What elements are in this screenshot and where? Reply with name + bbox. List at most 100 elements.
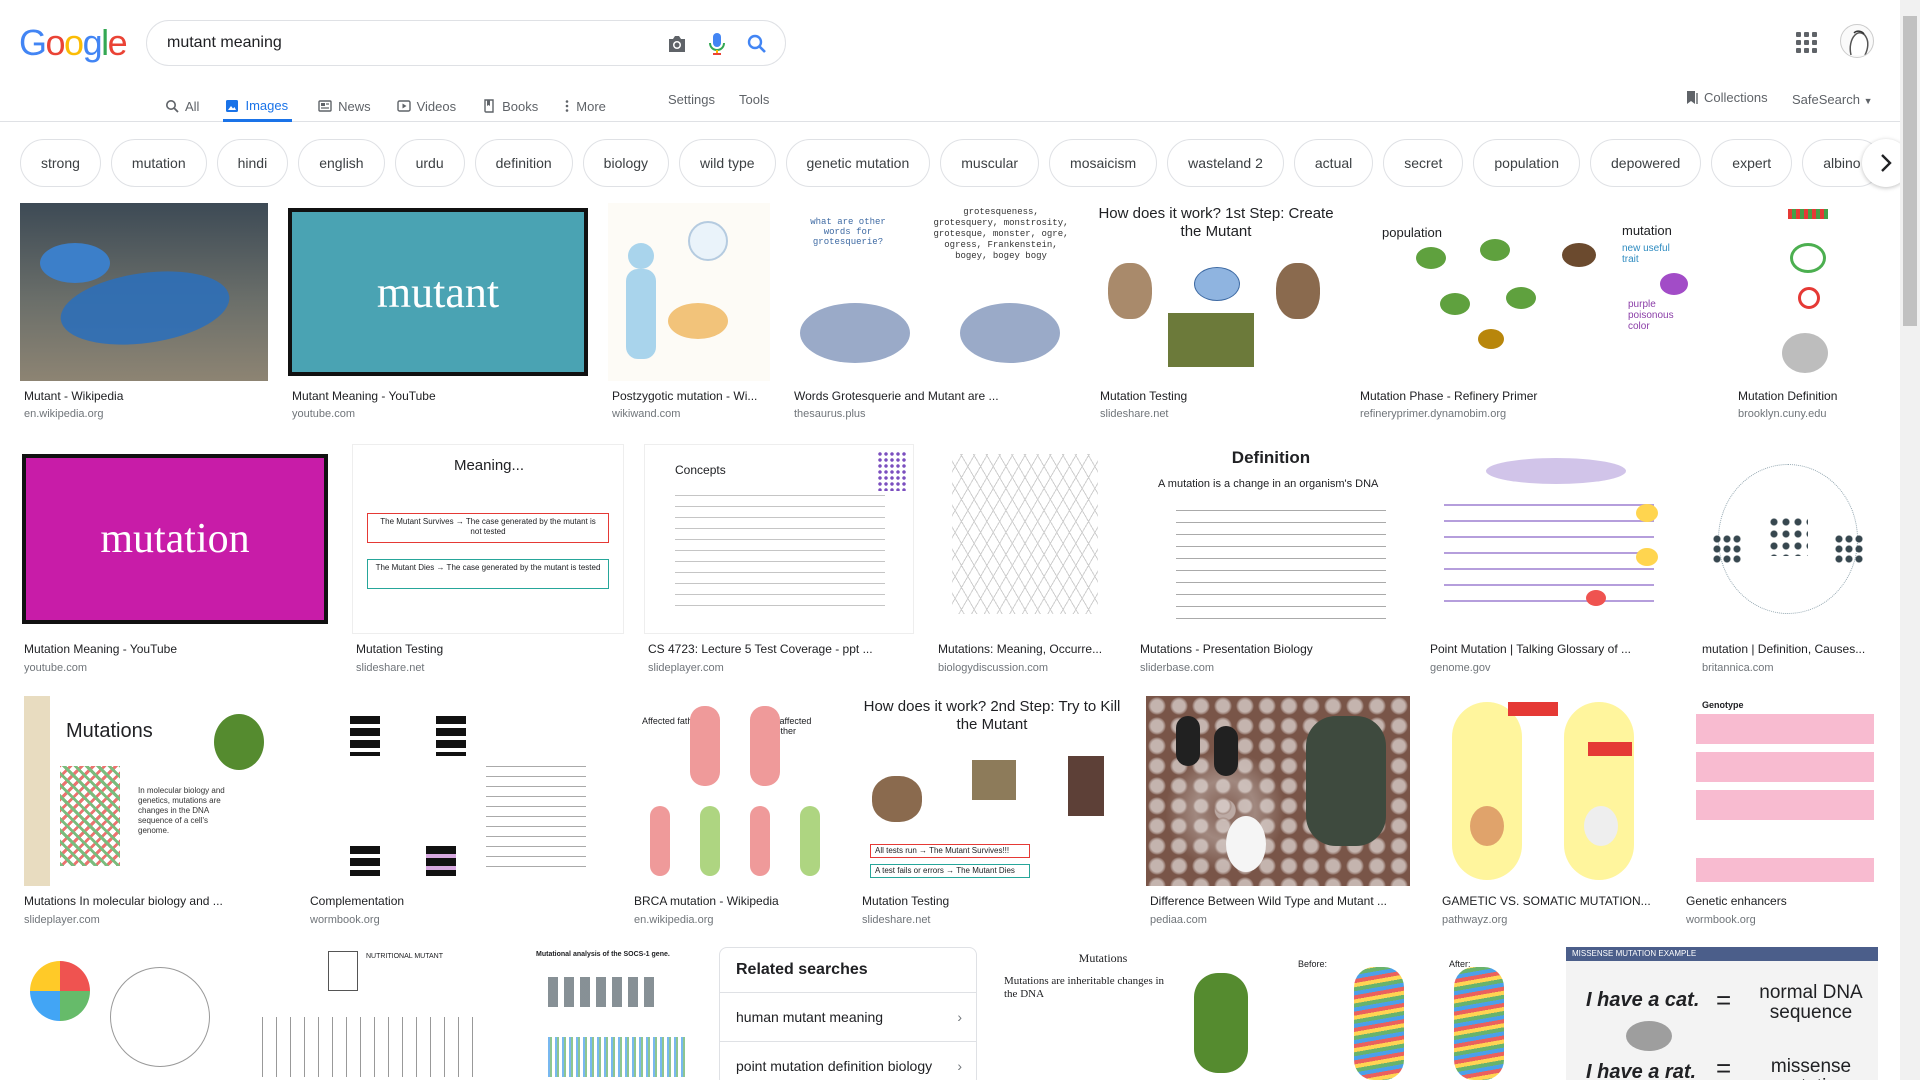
- thumbnail-penguins[interactable]: [1146, 696, 1410, 886]
- tab-more[interactable]: More: [564, 90, 606, 120]
- image-result[interactable]: [20, 947, 222, 1080]
- search-icon[interactable]: [745, 32, 769, 56]
- thumbnail-postzygotic[interactable]: [608, 203, 770, 381]
- related-item[interactable]: human mutant meaning ›: [720, 992, 976, 1040]
- chip[interactable]: population: [1473, 139, 1580, 187]
- scrollbar[interactable]: [1900, 0, 1920, 1080]
- result-title[interactable]: BRCA mutation - Wikipedia: [634, 894, 838, 908]
- chip[interactable]: expert: [1711, 139, 1793, 187]
- chip[interactable]: strong: [20, 139, 101, 187]
- google-logo[interactable]: Google: [19, 21, 128, 65]
- result-title[interactable]: Mutation Testing: [356, 642, 624, 656]
- image-result[interactable]: NUTRITIONAL MUTANT: [242, 947, 512, 1080]
- image-result[interactable]: Mutational analysis of the SOCS-1 gene.: [532, 947, 700, 1080]
- chip[interactable]: actual: [1293, 139, 1374, 187]
- result-title[interactable]: Mutations: Meaning, Occurre...: [938, 642, 1116, 656]
- thumbnail-missense[interactable]: MISSENSE MUTATION EXAMPLE I have a cat. …: [1566, 947, 1878, 1080]
- image-result[interactable]: Difference Between Wild Type and Mutant …: [1146, 696, 1410, 926]
- thumbnail-mutation-definition[interactable]: [1734, 203, 1878, 381]
- result-title[interactable]: Mutant Meaning - YouTube: [292, 389, 582, 403]
- result-title[interactable]: CS 4723: Lecture 5 Test Coverage - ppt .…: [648, 642, 914, 656]
- image-result[interactable]: what are other words for grotesquerie? g…: [790, 203, 1076, 423]
- chip[interactable]: urdu: [394, 139, 465, 187]
- result-title[interactable]: Mutation Meaning - YouTube: [24, 642, 324, 656]
- thumbnail-brca[interactable]: Affected father Unaffected mother: [630, 696, 838, 886]
- image-result[interactable]: How does it work? 2nd Step: Try to Kill …: [858, 696, 1126, 926]
- thumbnail-kill-mutant[interactable]: How does it work? 2nd Step: Try to Kill …: [858, 696, 1126, 886]
- image-result[interactable]: mutant Mutant Meaning - YouTube youtube.…: [288, 203, 588, 423]
- avatar[interactable]: [1840, 24, 1874, 58]
- thumbnail-mutation[interactable]: mutation: [20, 444, 332, 634]
- thumbnail-pigeons[interactable]: what are other words for grotesquerie? g…: [790, 203, 1076, 381]
- tab-news[interactable]: News: [318, 90, 371, 120]
- result-title[interactable]: Point Mutation | Talking Glossary of ...: [1430, 642, 1678, 656]
- image-result[interactable]: Mutations: Meaning, Occurre... biologydi…: [934, 444, 1116, 674]
- tab-videos[interactable]: Videos: [396, 90, 456, 120]
- result-title[interactable]: Difference Between Wild Type and Mutant …: [1150, 894, 1410, 908]
- thumbnail-dna-uv[interactable]: Before: After:: [1284, 947, 1546, 1080]
- result-title[interactable]: Mutation Phase - Refinery Primer: [1360, 389, 1714, 403]
- image-result[interactable]: How does it work? 1st Step: Create the M…: [1096, 203, 1336, 423]
- chip[interactable]: definition: [474, 139, 573, 187]
- result-title[interactable]: GAMETIC VS. SOMATIC MUTATION...: [1442, 894, 1660, 908]
- camera-icon[interactable]: [665, 32, 689, 56]
- thumbnail-mutations-slide[interactable]: Mutations In molecular biology and genet…: [20, 696, 286, 886]
- chip[interactable]: biology: [582, 139, 670, 187]
- chip[interactable]: secret: [1383, 139, 1464, 187]
- image-result[interactable]: mutation Mutation Meaning - YouTube yout…: [20, 444, 332, 674]
- thumbnail-definition[interactable]: Definition A mutation is a change in an …: [1136, 444, 1406, 634]
- thumbnail-molecules[interactable]: [934, 444, 1116, 634]
- tab-books[interactable]: Books: [482, 90, 538, 120]
- thumbnail-point-mutation[interactable]: [1426, 444, 1678, 634]
- result-title[interactable]: Mutation Testing: [862, 894, 1126, 908]
- chip[interactable]: wild type: [679, 139, 776, 187]
- chip[interactable]: mosaicism: [1049, 139, 1158, 187]
- thumbnail-blue-lobster[interactable]: [20, 203, 268, 381]
- image-result[interactable]: Mutations Mutations are inheritable chan…: [998, 947, 1264, 1080]
- thumbnail-nutritional-mutant[interactable]: NUTRITIONAL MUTANT: [242, 947, 512, 1080]
- image-result[interactable]: Concepts CS 4723: Lecture 5 Test Coverag…: [644, 444, 914, 674]
- safesearch-dropdown[interactable]: SafeSearch ▼: [1792, 92, 1872, 107]
- settings-link[interactable]: Settings: [668, 92, 715, 107]
- result-title[interactable]: Genetic enhancers: [1686, 894, 1878, 908]
- image-result[interactable]: Genotype Genetic enhancers wormbook.org: [1682, 696, 1878, 926]
- image-result[interactable]: Mutant - Wikipedia en.wikipedia.org: [20, 203, 268, 423]
- result-title[interactable]: Mutation Testing: [1100, 389, 1336, 403]
- tab-all[interactable]: All: [165, 90, 199, 120]
- thumbnail-mutations-hulk[interactable]: Mutations Mutations are inheritable chan…: [998, 947, 1264, 1080]
- image-result[interactable]: Before: After:: [1284, 947, 1546, 1080]
- image-result[interactable]: Complementation wormbook.org: [306, 696, 610, 926]
- thumbnail-britannica[interactable]: [1698, 444, 1880, 634]
- apps-grid-icon[interactable]: [1794, 30, 1818, 54]
- result-title[interactable]: Mutation Definition: [1738, 389, 1878, 403]
- tools-link[interactable]: Tools: [739, 92, 769, 107]
- thumbnail-gametic-somatic[interactable]: [1438, 696, 1660, 886]
- chip[interactable]: genetic mutation: [785, 139, 931, 187]
- thumbnail-pie-mutations[interactable]: [20, 947, 222, 1080]
- microphone-icon[interactable]: [705, 32, 729, 56]
- result-title[interactable]: Mutations In molecular biology and ...: [24, 894, 286, 908]
- related-item[interactable]: point mutation definition biology ›: [720, 1041, 976, 1080]
- thumbnail-mutation-testing[interactable]: How does it work? 1st Step: Create the M…: [1096, 203, 1336, 381]
- image-result[interactable]: population mutation new useful trait pur…: [1356, 203, 1714, 423]
- image-result[interactable]: MISSENSE MUTATION EXAMPLE I have a cat. …: [1566, 947, 1878, 1080]
- image-result[interactable]: Definition A mutation is a change in an …: [1136, 444, 1406, 674]
- chip[interactable]: wasteland 2: [1167, 139, 1284, 187]
- chip[interactable]: hindi: [216, 139, 289, 187]
- image-result[interactable]: Meaning... The Mutant Survives → The cas…: [352, 444, 624, 674]
- thumbnail-concepts[interactable]: Concepts: [644, 444, 914, 634]
- scrollbar-thumb[interactable]: [1903, 16, 1917, 326]
- image-result[interactable]: Mutations In molecular biology and genet…: [20, 696, 286, 926]
- result-title[interactable]: Mutations - Presentation Biology: [1140, 642, 1406, 656]
- thumbnail-complementation[interactable]: [306, 696, 610, 886]
- image-result[interactable]: Mutation Definition brooklyn.cuny.edu: [1734, 203, 1878, 423]
- collections-link[interactable]: Collections: [1686, 90, 1768, 105]
- chip[interactable]: mutation: [110, 139, 207, 187]
- result-title[interactable]: Postzygotic mutation - Wi...: [612, 389, 770, 403]
- image-result[interactable]: Point Mutation | Talking Glossary of ...…: [1426, 444, 1678, 674]
- image-result[interactable]: Postzygotic mutation - Wi... wikiwand.co…: [608, 203, 770, 423]
- tab-images[interactable]: Images: [223, 90, 293, 122]
- thumbnail-turtles[interactable]: population mutation new useful trait pur…: [1356, 203, 1714, 381]
- thumbnail-socs-gene[interactable]: Mutational analysis of the SOCS-1 gene.: [532, 947, 700, 1080]
- image-result[interactable]: mutation | Definition, Causes... britann…: [1698, 444, 1880, 674]
